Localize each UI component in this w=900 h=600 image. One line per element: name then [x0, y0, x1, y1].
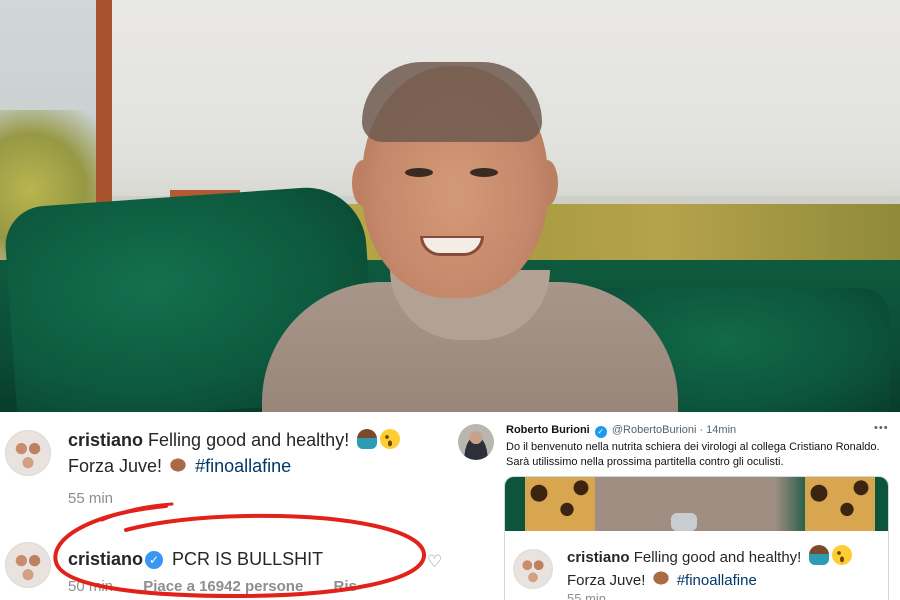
card-image — [505, 477, 888, 531]
card-comment-line2: Forza Juve! — [567, 572, 646, 589]
avatar — [513, 549, 553, 589]
person-shrugging-emoji — [357, 429, 378, 449]
comment-body-line2: Forza Juve! — [68, 456, 163, 476]
comment-text: cristiano Felling good and healthy! Forz… — [68, 427, 448, 479]
comment-meta: 50 min Piace a 16942 persone Ris — [68, 578, 448, 595]
tweet-time[interactable]: · 14min — [699, 424, 736, 436]
leopard-print — [525, 477, 595, 531]
more-options-icon[interactable]: ••• — [874, 422, 889, 434]
verified-badge-icon: ✓ — [594, 426, 607, 438]
comment-text: cristiano ✓ PCR IS BULLSHIT — [68, 546, 448, 572]
tweet[interactable]: Roberto Burioni ✓ @RobertoBurioni · 14mi… — [452, 412, 900, 600]
flexed-biceps-emoji — [652, 568, 673, 588]
like-heart-icon[interactable]: ♡ — [427, 552, 442, 572]
winking-face-emoji — [831, 545, 852, 565]
comment-timestamp: 50 min — [68, 578, 114, 595]
smile — [420, 236, 484, 256]
comment-body: PCR IS BULLSHIT — [172, 549, 324, 569]
hashtag-link[interactable]: #finoallafine — [195, 456, 291, 476]
comment-body: Felling good and healthy! — [148, 430, 350, 450]
reply-button[interactable]: Ris — [333, 578, 356, 595]
winking-face-emoji — [380, 429, 401, 449]
card-comment-body: Felling good and healthy! — [633, 549, 802, 566]
card-timestamp: 55 min — [567, 591, 607, 600]
tweet-author-name[interactable]: Roberto Burioni — [506, 424, 590, 436]
tweet-media-card[interactable]: cristiano Felling good and healthy! Forz… — [504, 476, 889, 600]
tweet-handle[interactable]: @RobertoBurioni — [612, 424, 697, 436]
avatar[interactable] — [5, 542, 51, 588]
avatar[interactable] — [5, 430, 51, 476]
person-hair — [362, 62, 542, 142]
comment-username[interactable]: cristiano — [68, 430, 143, 450]
comment-username[interactable]: cristiano — [68, 549, 143, 569]
card-username: cristiano — [567, 549, 630, 566]
eye-left — [405, 168, 433, 177]
card-hashtag: #finoallafine — [676, 572, 757, 589]
tweet-header: Roberto Burioni ✓ @RobertoBurioni · 14mi… — [506, 424, 736, 438]
tweet-text: Do il benvenuto nella nutrita schiera de… — [506, 441, 880, 468]
tweet-avatar[interactable] — [458, 424, 494, 460]
person-shrugging-emoji — [808, 545, 829, 565]
card-comment-text: cristiano Felling good and healthy! Forz… — [567, 545, 887, 591]
wristwatch — [671, 513, 697, 531]
profile-photo — [0, 0, 900, 412]
likes-count[interactable]: Piace a 16942 persone — [143, 578, 303, 595]
instagram-comments: cristiano Felling good and healthy! Forz… — [0, 412, 452, 600]
flexed-biceps-emoji — [170, 455, 191, 475]
comment-timestamp: 55 min — [68, 490, 114, 507]
eye-right — [470, 168, 498, 177]
leopard-print — [805, 477, 875, 531]
verified-badge-icon: ✓ — [145, 551, 164, 569]
